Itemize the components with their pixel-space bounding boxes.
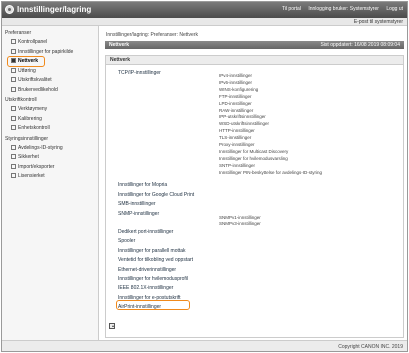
tcpip-sub-item: LPD-innstillinger bbox=[219, 100, 252, 106]
settings-link[interactable]: Ventetid for tilkobling ved oppstart bbox=[118, 257, 193, 263]
window: Innstillinger/lagring Til portal Innlogg… bbox=[1, 1, 408, 352]
back-to-top-icon[interactable] bbox=[109, 323, 115, 329]
sidebar-section-preferences: Preferanser bbox=[5, 30, 32, 36]
tcpip-sub-item: RAW-innstillinger bbox=[219, 107, 254, 113]
portal-link[interactable]: Til portal bbox=[282, 6, 301, 12]
login-user-label: Innlogging bruker: Systemstyrer bbox=[308, 6, 379, 12]
page-title: Nettverk bbox=[109, 42, 130, 48]
tcpip-sub-item: WINS-konfigurering bbox=[219, 86, 259, 92]
email-admin-link[interactable]: E-post til systemstyrer bbox=[354, 19, 403, 25]
copyright: Copyright CANON INC. 2019 bbox=[338, 344, 403, 350]
footer: Copyright CANON INC. 2019 bbox=[2, 340, 407, 351]
sidebar-item-import-export[interactable]: Import/eksporter bbox=[2, 163, 98, 173]
snmp-settings-link[interactable]: SNMP-innstillinger bbox=[118, 211, 159, 217]
settings-link[interactable]: IEEE 802.1X-innstillinger bbox=[118, 285, 173, 291]
sidebar-section-management: Styringsinnstillinger bbox=[5, 135, 49, 142]
top-links: Til portal Innlogging bruker: Systemstyr… bbox=[276, 6, 403, 12]
sidebar-item-license[interactable]: Lisensierket bbox=[2, 172, 98, 182]
tcpip-sub-item: IPv6-innstillinger bbox=[219, 79, 253, 85]
settings-link[interactable]: Spooler bbox=[118, 238, 135, 244]
sidebar-item-print-quality[interactable]: Utskriftskvalitet bbox=[2, 76, 98, 86]
tcpip-sub-item: SNTP-innstillinger bbox=[219, 162, 256, 168]
snmp-sub-item: SNMPv3-innstillinger bbox=[219, 221, 261, 227]
sidebar-item-calibration[interactable]: Kalibrering bbox=[2, 115, 98, 125]
logout-link[interactable]: Logg ut bbox=[386, 6, 403, 12]
tcpip-sub-item: Innstillinger for Multicast Discovery bbox=[219, 148, 289, 154]
settings-list: Nettverk TCP/IP-innstillinger IPv4-innsti… bbox=[105, 55, 404, 338]
sidebar-item-output[interactable]: Utføring bbox=[2, 67, 98, 77]
sub-bar: E-post til systemstyrer bbox=[2, 18, 407, 26]
settings-link[interactable]: Innstillinger for Google Cloud Print bbox=[118, 192, 194, 198]
tcpip-sub-item: WSD-utskriftsinnstillinger bbox=[219, 121, 270, 127]
sidebar-item-maintenance[interactable]: Brukervedlikehold bbox=[2, 86, 98, 96]
network-highlight bbox=[7, 56, 45, 67]
settings-link[interactable]: Innstillinger for hvilemodusprofil bbox=[118, 276, 188, 282]
sidebar-item-security[interactable]: Sikkerhet bbox=[2, 153, 98, 163]
tcpip-sub-item: Proxy-innstillinger bbox=[219, 142, 255, 147]
tcpip-sub-item: Innstillinger for hvilemodusvarsling bbox=[219, 155, 288, 161]
snmp-sub-item: SNMPv1-innstillinger bbox=[219, 214, 261, 220]
sidebar-section-print-control: Utskriftkontroll bbox=[5, 97, 37, 103]
settings-link[interactable]: Innstillinger for Mopria bbox=[118, 182, 167, 188]
main-panel: Innstillinger/lagring: Preferanser: Nett… bbox=[102, 26, 407, 340]
tcpip-sub-item: Innstillinger PIN-beskyttelse for avdeli… bbox=[219, 169, 323, 175]
sidebar-item-dept-id[interactable]: Avdelings-ID-styring bbox=[2, 144, 98, 154]
app-logo-icon bbox=[5, 5, 14, 14]
sidebar-item-device-control[interactable]: Enhetskontroll bbox=[2, 124, 98, 134]
top-bar: Innstillinger/lagring Til portal Innlogg… bbox=[2, 2, 407, 18]
tcpip-sub-item: FTP-innstillinger bbox=[219, 93, 252, 99]
tcpip-sub-item: TLS-innstillinger bbox=[219, 135, 252, 141]
email-print-highlight bbox=[116, 300, 190, 310]
tcpip-sub-item: HTTP-innstillinger bbox=[219, 128, 255, 134]
tcpip-settings-link[interactable]: TCP/IP-innstillinger bbox=[118, 70, 161, 76]
settings-link[interactable]: Ethernet-driverinnstillinger bbox=[118, 267, 176, 273]
breadcrumb: Innstillinger/lagring: Preferanser: Nett… bbox=[106, 32, 198, 38]
title-bar: Nettverk Sist oppdatert: 16/08 2019 08:0… bbox=[105, 41, 404, 49]
settings-link[interactable]: SMB-innstillinger bbox=[118, 201, 156, 207]
last-updated: Sist oppdatert: 16/08 2019 08:09:04 bbox=[320, 42, 400, 48]
sidebar-item-tools[interactable]: Verktøymeny bbox=[2, 105, 98, 115]
tcpip-sub-item: IPP-utskriftsinnstillinger bbox=[219, 114, 266, 120]
settings-link[interactable]: Dedikert port-innstillinger bbox=[118, 229, 173, 235]
sidebar-item-control-panel[interactable]: Kontrollpanel bbox=[2, 38, 98, 48]
section-heading: Nettverk bbox=[106, 56, 403, 65]
settings-link[interactable]: Innstillinger for parallell mottak bbox=[118, 248, 186, 254]
sidebar: Preferanser Kontrollpanel Innstillinger … bbox=[2, 26, 99, 340]
app-title: Innstillinger/lagring bbox=[17, 5, 92, 14]
tcpip-sub-item: IPv4-innstillinger bbox=[219, 73, 253, 78]
